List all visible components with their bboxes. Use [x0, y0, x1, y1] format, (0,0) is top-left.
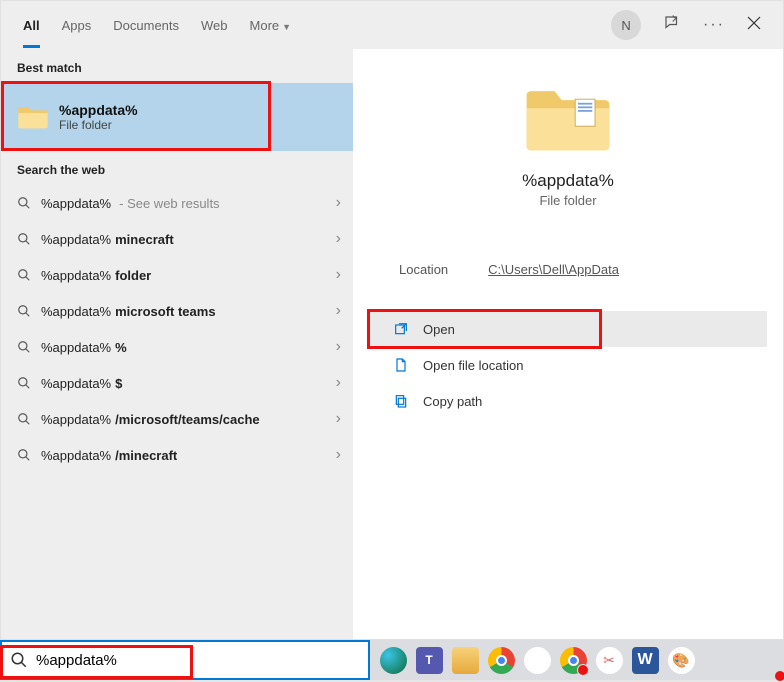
location-link[interactable]: C:\Users\Dell\AppData	[488, 262, 619, 277]
tab-documents[interactable]: Documents	[113, 4, 179, 47]
best-match-label: Best match	[1, 49, 353, 83]
search-icon	[10, 651, 28, 669]
location-row: Location C:\Users\Dell\AppData	[369, 262, 767, 277]
app-word[interactable]: W	[628, 643, 662, 677]
suggestion-text: %appdata% minecraft	[41, 232, 326, 247]
preview-title: %appdata%	[522, 171, 614, 191]
suggestion-row[interactable]: %appdata%$ ›	[1, 365, 353, 401]
suggestion-text: %appdata% microsoft teams	[41, 304, 326, 319]
action-open[interactable]: Open	[369, 311, 767, 347]
best-match-title: %appdata%	[59, 102, 138, 118]
action-open-file-location[interactable]: Open file location	[369, 347, 767, 383]
results-panel: Best match %appdata% File folder Search …	[1, 49, 353, 639]
app-teams[interactable]: T	[412, 643, 446, 677]
search-icon	[17, 448, 31, 462]
taskbar: T * ✂ W 🎨	[0, 640, 784, 680]
suggestion-row[interactable]: %appdata%/minecraft ›	[1, 437, 353, 473]
search-icon	[17, 412, 31, 426]
search-icon	[17, 268, 31, 282]
suggestion-text: %appdata%$	[41, 376, 326, 391]
app-file-explorer[interactable]	[448, 643, 482, 677]
preview-panel: %appdata% File folder Location C:\Users\…	[353, 49, 783, 639]
app-chrome-2[interactable]	[556, 643, 590, 677]
header: All Apps Documents Web More▼ N ···	[1, 1, 783, 49]
suggestion-list: %appdata% - See web results›%appdata% mi…	[1, 185, 353, 473]
app-slack[interactable]: *	[520, 643, 554, 677]
preview-header: %appdata% File folder	[369, 73, 767, 232]
suggestion-row[interactable]: %appdata%/microsoft/teams/cache ›	[1, 401, 353, 437]
header-actions: N ···	[611, 10, 771, 40]
app-snip[interactable]: ✂	[592, 643, 626, 677]
app-chrome[interactable]	[484, 643, 518, 677]
search-input[interactable]	[36, 652, 360, 669]
open-icon	[393, 321, 409, 337]
suggestion-row[interactable]: %appdata% minecraft ›	[1, 221, 353, 257]
suggestion-row[interactable]: %appdata% - See web results ›	[1, 185, 353, 221]
chevron-right-icon: ›	[336, 338, 341, 356]
copy-icon	[393, 393, 409, 409]
taskbar-search[interactable]	[0, 640, 370, 680]
suggestion-text: %appdata%%	[41, 340, 326, 355]
preview-subtitle: File folder	[539, 193, 596, 208]
search-icon	[17, 304, 31, 318]
more-icon[interactable]: ···	[703, 16, 725, 34]
suggestion-text: %appdata%/minecraft	[41, 448, 326, 463]
body: Best match %appdata% File folder Search …	[1, 49, 783, 639]
chevron-right-icon: ›	[336, 374, 341, 392]
suggestion-text: %appdata%/microsoft/teams/cache	[41, 412, 326, 427]
filter-tabs: All Apps Documents Web More▼	[13, 4, 611, 47]
taskbar-apps: T * ✂ W 🎨	[370, 643, 698, 677]
chevron-right-icon: ›	[336, 410, 341, 428]
tab-more[interactable]: More▼	[250, 4, 292, 47]
tab-all[interactable]: All	[23, 4, 40, 47]
app-edge[interactable]	[376, 643, 410, 677]
chevron-right-icon: ›	[336, 446, 341, 464]
search-icon	[17, 232, 31, 246]
search-icon	[17, 376, 31, 390]
suggestion-text: %appdata% folder	[41, 268, 326, 283]
action-copy-path[interactable]: Copy path	[369, 383, 767, 419]
chevron-right-icon: ›	[336, 194, 341, 212]
actions: Open Open file location Copy path	[369, 311, 767, 419]
search-web-label: Search the web	[1, 151, 353, 185]
search-icon	[17, 340, 31, 354]
search-window: All Apps Documents Web More▼ N ··· Best …	[0, 0, 784, 640]
chevron-down-icon: ▼	[282, 22, 291, 32]
chevron-right-icon: ›	[336, 266, 341, 284]
app-paint[interactable]: 🎨	[664, 643, 698, 677]
chevron-right-icon: ›	[336, 230, 341, 248]
file-location-icon	[393, 357, 409, 373]
location-label: Location	[399, 262, 448, 277]
best-match-result[interactable]: %appdata% File folder	[1, 83, 353, 151]
search-icon	[17, 196, 31, 210]
tab-apps[interactable]: Apps	[62, 4, 92, 47]
suggestion-text: %appdata% - See web results	[41, 196, 326, 211]
chevron-right-icon: ›	[336, 302, 341, 320]
avatar[interactable]: N	[611, 10, 641, 40]
folder-icon	[17, 103, 49, 131]
suggestion-row[interactable]: %appdata%% ›	[1, 329, 353, 365]
close-icon[interactable]	[747, 16, 761, 35]
tab-web[interactable]: Web	[201, 4, 228, 47]
suggestion-row[interactable]: %appdata% folder ›	[1, 257, 353, 293]
best-match-subtitle: File folder	[59, 118, 138, 132]
suggestion-row[interactable]: %appdata% microsoft teams ›	[1, 293, 353, 329]
feedback-icon[interactable]	[663, 14, 681, 37]
folder-large-icon	[523, 83, 613, 155]
